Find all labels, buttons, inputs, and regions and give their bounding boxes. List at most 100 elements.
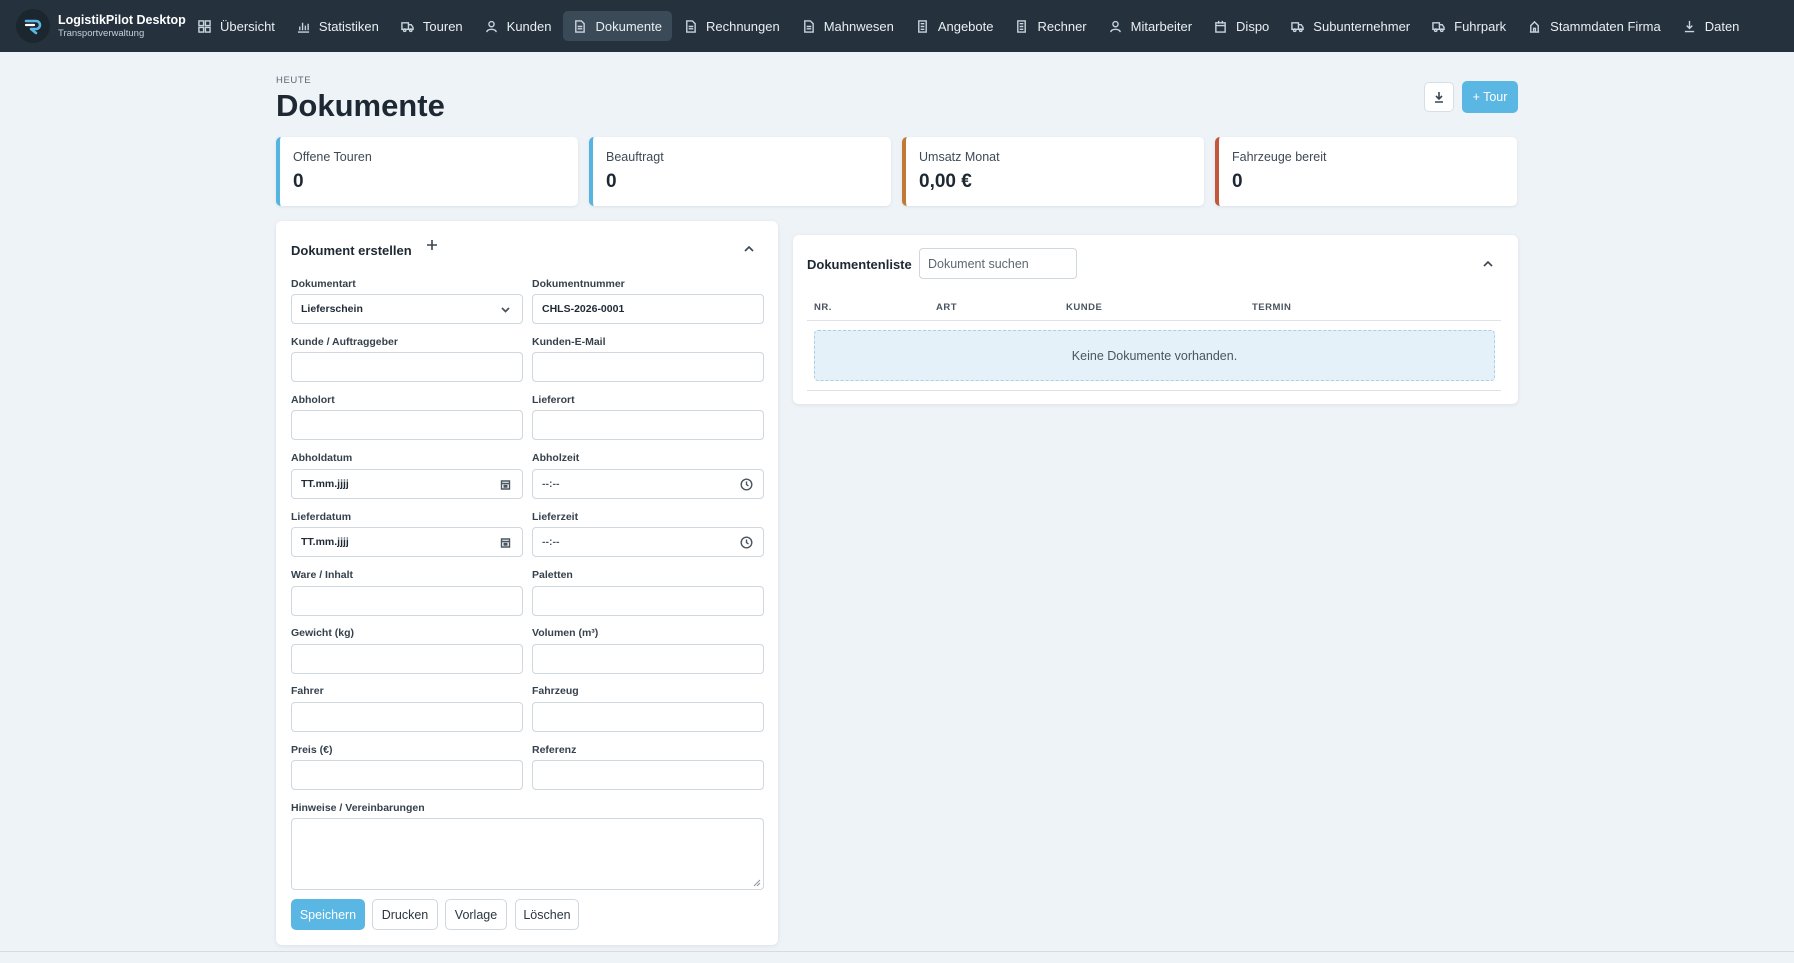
nav-label: Kunden <box>506 18 552 34</box>
nav-item-angebote[interactable]: Angebote <box>906 11 1004 41</box>
document-icon <box>575 19 586 33</box>
clock-icon[interactable] <box>740 478 753 491</box>
document-search-input[interactable]: Dokument suchen <box>919 248 1077 279</box>
referenz-label: Referenz <box>532 744 577 756</box>
clock-icon[interactable] <box>740 536 753 549</box>
paletten-label: Paletten <box>532 569 573 581</box>
template-button[interactable]: Vorlage <box>445 899 507 930</box>
lieferzeit-input[interactable]: --:-- <box>532 527 764 557</box>
stat-card-offene-touren: Offene Touren 0 <box>276 137 578 206</box>
hinweise-textarea[interactable] <box>291 818 764 890</box>
nav-label: Fuhrpark <box>1454 18 1507 34</box>
stat-label: Beauftragt <box>606 150 664 164</box>
stat-value: 0 <box>1232 171 1243 192</box>
calendar-icon <box>1215 20 1226 33</box>
abholdatum-input[interactable]: TT.mm.jjjj <box>291 469 523 499</box>
lieferort-input[interactable] <box>532 410 764 440</box>
docnum-input[interactable]: CHLS-2026-0001 <box>532 294 764 324</box>
calendar-icon[interactable] <box>499 478 512 491</box>
document-icon <box>803 19 814 33</box>
add-tour-button[interactable]: + Tour <box>1462 81 1518 113</box>
stat-card-beauftragt: Beauftragt 0 <box>589 137 891 206</box>
delete-button[interactable]: Löschen <box>515 899 579 930</box>
bar-chart-icon <box>297 22 309 33</box>
app-logo-icon <box>16 9 50 43</box>
lieferdatum-label: Lieferdatum <box>291 511 352 523</box>
kunde-input[interactable] <box>291 352 523 382</box>
stat-card-umsatz-monat: Umsatz Monat 0,00 € <box>902 137 1204 206</box>
abholzeit-input[interactable]: --:-- <box>532 469 764 499</box>
column-header-art[interactable]: ART <box>936 302 957 313</box>
lieferzeit-value: --:-- <box>542 536 560 548</box>
ware-input[interactable] <box>291 586 523 616</box>
doctype-select[interactable]: Lieferschein <box>291 294 523 324</box>
nav-label: Daten <box>1704 18 1740 34</box>
nav-label: Touren <box>422 18 463 34</box>
nav-item-subunternehmer[interactable]: Subunternehmer <box>1281 11 1420 41</box>
document-icon <box>686 19 696 33</box>
nav-label: Rechnungen <box>705 18 780 34</box>
chevron-up-icon[interactable] <box>1482 257 1494 269</box>
chevron-up-icon[interactable] <box>743 242 755 254</box>
stat-card-fahrzeuge-bereit: Fahrzeuge bereit 0 <box>1215 137 1517 206</box>
print-button[interactable]: Drucken <box>372 899 438 930</box>
lieferdatum-input[interactable]: TT.mm.jjjj <box>291 527 523 557</box>
page-title: Dokumente <box>276 88 445 123</box>
abholort-input[interactable] <box>291 410 523 440</box>
email-input[interactable] <box>532 352 764 382</box>
gewicht-input[interactable] <box>291 644 523 674</box>
email-label: Kunden-E-Mail <box>532 336 606 348</box>
nav-label: Rechner <box>1037 18 1087 34</box>
column-header-termin[interactable]: TERMIN <box>1252 302 1291 313</box>
docnum-label: Dokumentnummer <box>532 278 625 290</box>
fahrer-input[interactable] <box>291 702 523 732</box>
download-button[interactable] <box>1424 82 1454 112</box>
nav-item-touren[interactable]: Touren <box>391 11 473 41</box>
document-icon <box>917 19 927 33</box>
nav-item-daten[interactable]: Daten <box>1673 11 1750 41</box>
save-button[interactable]: Speichern <box>291 899 365 930</box>
paletten-input[interactable] <box>532 586 764 616</box>
nav-item-dokumente[interactable]: Dokumente <box>563 11 672 41</box>
nav-item-rechner[interactable]: Rechner <box>1005 11 1096 41</box>
page-bottom-divider <box>0 951 1794 952</box>
main-nav: Übersicht Statistiken Touren Kunden Doku… <box>188 11 1751 41</box>
app-subtitle: Transportverwaltung <box>58 27 145 39</box>
docnum-value: CHLS-2026-0001 <box>542 303 625 315</box>
nav-item-dispo[interactable]: Dispo <box>1204 11 1279 41</box>
nav-item-uebersicht[interactable]: Übersicht <box>188 11 285 41</box>
fahrzeug-input[interactable] <box>532 702 764 732</box>
abholdatum-value: TT.mm.jjjj <box>301 478 349 490</box>
stat-label: Umsatz Monat <box>919 150 1000 164</box>
nav-item-mitarbeiter[interactable]: Mitarbeiter <box>1099 11 1202 41</box>
stat-label: Fahrzeuge bereit <box>1232 150 1327 164</box>
nav-label: Subunternehmer <box>1313 18 1411 34</box>
column-header-kunde[interactable]: KUNDE <box>1066 302 1102 313</box>
volumen-input[interactable] <box>532 644 764 674</box>
doctype-label: Dokumentart <box>291 278 356 290</box>
truck-icon <box>1291 21 1305 32</box>
empty-state-message: Keine Dokumente vorhanden. <box>814 330 1495 381</box>
column-header-nr[interactable]: NR. <box>814 302 832 313</box>
calendar-icon[interactable] <box>499 536 512 549</box>
preis-label: Preis (€) <box>291 744 333 756</box>
resize-grip-icon[interactable] <box>753 879 761 887</box>
nav-item-kunden[interactable]: Kunden <box>475 11 562 41</box>
lieferdatum-value: TT.mm.jjjj <box>301 536 349 548</box>
preis-input[interactable] <box>291 760 523 790</box>
nav-item-rechnungen[interactable]: Rechnungen <box>674 11 790 41</box>
abholzeit-label: Abholzeit <box>532 452 580 464</box>
nav-item-stammdaten[interactable]: Stammdaten Firma <box>1518 11 1671 41</box>
hinweise-label: Hinweise / Vereinbarungen <box>291 802 425 814</box>
ware-label: Ware / Inhalt <box>291 569 354 581</box>
doctype-value: Lieferschein <box>301 303 363 315</box>
referenz-input[interactable] <box>532 760 764 790</box>
add-icon[interactable] <box>426 238 438 250</box>
nav-item-fuhrpark[interactable]: Fuhrpark <box>1422 11 1516 41</box>
nav-label: Dokumente <box>595 18 662 34</box>
abholort-label: Abholort <box>291 394 335 406</box>
nav-item-statistiken[interactable]: Statistiken <box>287 11 389 41</box>
lieferzeit-label: Lieferzeit <box>532 511 579 523</box>
nav-item-mahnwesen[interactable]: Mahnwesen <box>792 11 904 41</box>
document-list-card: Dokumentenliste Dokument suchen NR. ART … <box>793 235 1518 404</box>
